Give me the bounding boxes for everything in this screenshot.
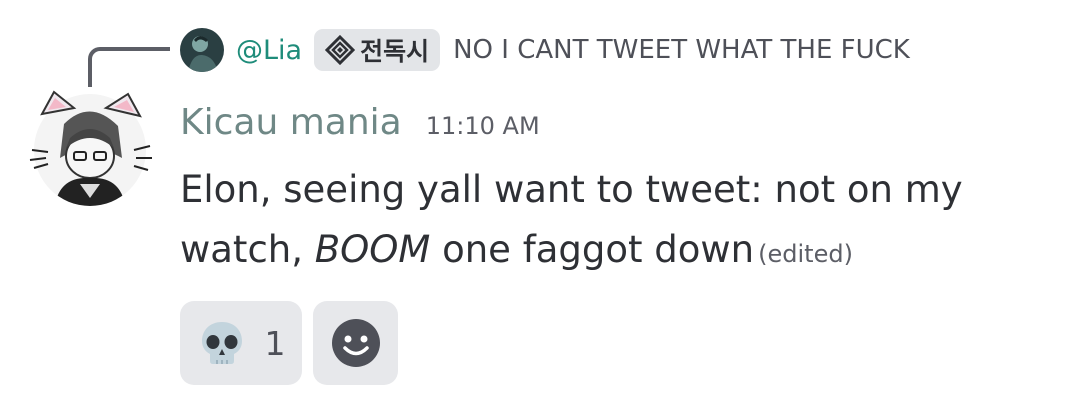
- emphasis-text: BOOM: [314, 228, 431, 271]
- message-line-1: Elon, seeing yall want to tweet: not on …: [180, 168, 963, 211]
- reactions-bar: 1: [180, 301, 398, 385]
- reaction-count: 1: [264, 323, 286, 363]
- diamond-badge-icon: [325, 35, 356, 65]
- reaction-skull[interactable]: 1: [180, 301, 302, 385]
- reply-avatar[interactable]: [180, 28, 224, 72]
- clan-tag[interactable]: 전독시: [314, 29, 441, 71]
- add-reaction-button[interactable]: [313, 301, 398, 385]
- message-line-2: watch, BOOM one faggot down (edited): [180, 220, 1020, 284]
- timestamp[interactable]: 11:10 AM: [426, 112, 540, 140]
- username[interactable]: Kicau mania: [180, 102, 402, 143]
- clan-tag-label: 전독시: [360, 37, 430, 66]
- reply-author[interactable]: @Lia: [236, 35, 302, 66]
- reply-preview[interactable]: @Lia 전독시 NO I CANT TWEET WHAT THE FUCK: [180, 27, 910, 73]
- skull-icon: [201, 322, 242, 364]
- message-line-2-start: watch,: [180, 228, 315, 271]
- message-line-2-end: one faggot down: [430, 228, 755, 271]
- reply-spine: [88, 47, 170, 87]
- message-header: Kicau mania 11:10 AM: [180, 102, 540, 143]
- message-content: Elon, seeing yall want to tweet: not on …: [180, 160, 1020, 284]
- smiley-add-icon: [331, 319, 380, 367]
- author-avatar[interactable]: [24, 88, 156, 210]
- edited-label[interactable]: (edited): [758, 240, 853, 268]
- reply-text[interactable]: NO I CANT TWEET WHAT THE FUCK: [453, 35, 910, 65]
